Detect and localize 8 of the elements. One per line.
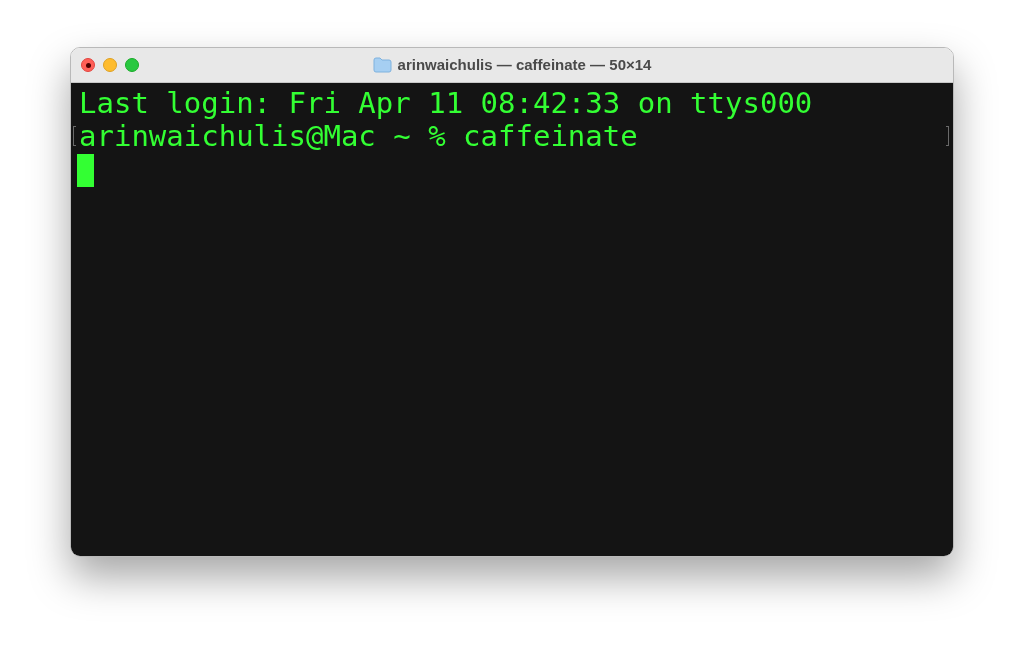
minimize-button[interactable] bbox=[103, 58, 117, 72]
close-button[interactable] bbox=[81, 58, 95, 72]
mark-icon bbox=[946, 126, 949, 146]
folder-icon bbox=[372, 57, 392, 73]
terminal-line: arinwaichulis@Mac ~ % caffeinate bbox=[79, 120, 638, 153]
terminal-line: Last login: Fri Apr 11 08:42:33 on ttys000 bbox=[79, 87, 813, 120]
window-title: arinwaichulis — caffeinate — 50×14 bbox=[397, 54, 652, 75]
zoom-button[interactable] bbox=[125, 58, 139, 72]
